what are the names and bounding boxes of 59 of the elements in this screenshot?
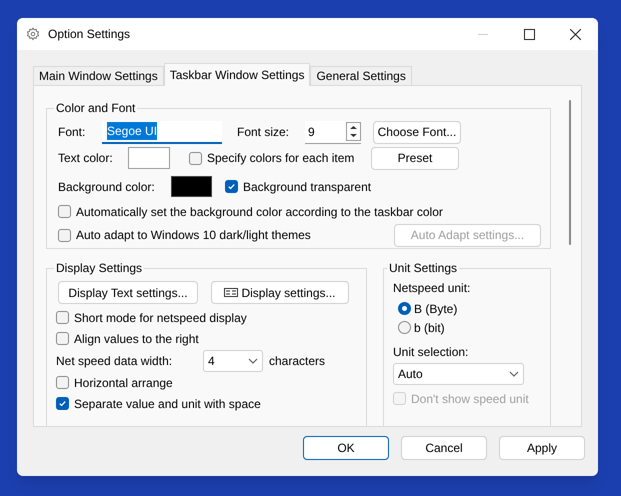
checkbox[interactable]	[58, 228, 71, 242]
chevron-down-icon	[509, 371, 519, 377]
font-size-spinner[interactable]: 9	[305, 120, 361, 144]
checkbox[interactable]	[56, 376, 69, 389]
checkbox-label: Auto adapt to Windows 10 dark/light themes	[76, 227, 311, 244]
button[interactable]: Cancel	[401, 436, 487, 460]
unit-label: characters	[269, 352, 326, 370]
group-title: Color and Font	[55, 100, 136, 117]
button[interactable]: Apply	[499, 436, 585, 460]
spin-arrows-icon	[346, 122, 361, 141]
maximize-icon	[524, 28, 534, 40]
checkbox[interactable]	[56, 332, 69, 345]
checkbox-label: Align values to the right	[74, 330, 199, 348]
checkmark-icon	[227, 182, 236, 191]
field-label: Font size:	[237, 124, 290, 141]
checkbox[interactable]	[56, 397, 69, 410]
checkbox-label: Don't show speed unit	[411, 390, 529, 408]
field-label: Font:	[58, 124, 86, 141]
field-label: Netspeed unit:	[393, 280, 470, 297]
field-label: Background color:	[58, 178, 156, 196]
checkbox-label: Automatically set the background color according to the taskbar color	[76, 204, 443, 220]
button[interactable]: Display settings...	[211, 281, 349, 304]
checkbox[interactable]	[58, 205, 71, 218]
color-swatch[interactable]	[171, 176, 212, 197]
font-field[interactable]: Segoe UI	[102, 120, 222, 144]
checkbox-label: Horizontal arrange	[74, 374, 173, 392]
field-label: Net speed data width:	[56, 352, 174, 370]
field-label: Text color:	[58, 150, 114, 167]
button[interactable]: OK	[303, 436, 389, 460]
width-dropdown[interactable]: 4	[203, 350, 263, 372]
chevron-down-icon	[248, 358, 258, 364]
window-title: Option Settings	[48, 26, 130, 43]
close-icon	[570, 28, 580, 40]
color-swatch[interactable]	[128, 147, 170, 169]
checkbox-label: Specify colors for each item	[207, 150, 354, 167]
field-label: Unit selection:	[393, 344, 468, 360]
checkbox[interactable]	[189, 152, 202, 164]
group-title: Unit Settings	[388, 260, 458, 277]
tab[interactable]: Taskbar Window Settings	[164, 63, 310, 86]
checkbox[interactable]	[56, 311, 69, 324]
radio-label: b (bit)	[414, 320, 445, 336]
group-title: Display Settings	[55, 260, 144, 277]
button[interactable]: Choose Font...	[373, 120, 461, 144]
unit-dropdown[interactable]: Auto	[393, 363, 524, 385]
tab[interactable]: Main Window Settings	[33, 66, 164, 86]
settings-icon	[26, 27, 40, 41]
scrollbar[interactable]	[569, 100, 571, 245]
radio-label: B (Byte)	[414, 300, 458, 318]
radio-button[interactable]	[398, 302, 411, 315]
checkbox[interactable]	[225, 180, 238, 193]
button[interactable]: Preset	[371, 146, 459, 170]
tab[interactable]: General Settings	[310, 66, 412, 86]
checkmark-icon	[58, 399, 67, 408]
checkbox-label: Background transparent	[243, 178, 372, 196]
radio-button[interactable]	[398, 321, 411, 334]
checkbox-label: Short mode for netspeed display	[74, 310, 247, 326]
button[interactable]: Display Text settings...	[58, 281, 198, 304]
list-icon	[224, 288, 238, 297]
checkbox-label: Separate value and unit with space	[74, 396, 261, 412]
